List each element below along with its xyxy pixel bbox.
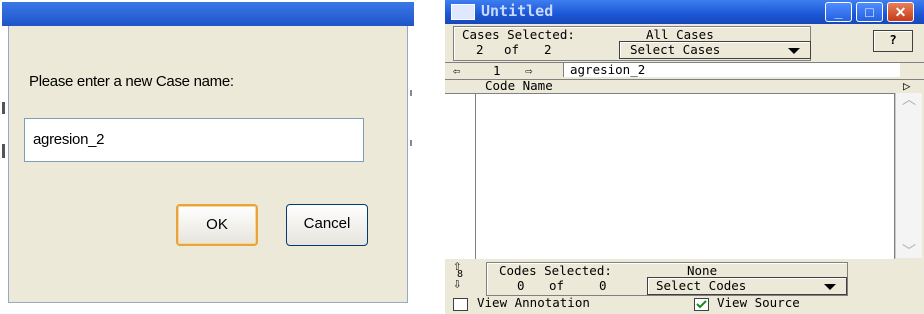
dialog-prompt: Please enter a new Case name: — [29, 73, 234, 90]
app-icon — [451, 4, 475, 20]
code-down-arrow-icon[interactable]: ⇩ — [453, 276, 461, 292]
scroll-down-icon[interactable]: ﹀ — [902, 241, 916, 261]
case-name-dialog: Please enter a new Case name: agresion_2… — [0, 0, 420, 314]
dropdown-arrow-icon — [788, 48, 800, 54]
next-case-arrow-icon[interactable]: ⇨ — [525, 63, 533, 78]
codes-total: 0 — [599, 278, 607, 293]
checkmark-icon — [696, 300, 707, 309]
code-name-header: Code Name — [485, 78, 553, 93]
close-button[interactable]: ✕ — [887, 2, 914, 22]
previous-case-arrow-icon[interactable]: ⇦ — [453, 63, 461, 78]
view-annotation-checkbox[interactable] — [453, 298, 468, 311]
select-cases-label: Select Cases — [630, 42, 721, 57]
background-window-edge — [2, 144, 5, 158]
view-source-checkbox[interactable] — [694, 298, 709, 311]
code-list-margin — [445, 93, 476, 259]
background-window-edge — [410, 90, 412, 96]
codes-selected-value: None — [687, 263, 718, 278]
cases-total: 2 — [544, 42, 552, 57]
case-name-input[interactable]: agresion_2 — [24, 118, 364, 162]
case-name-field[interactable]: agresion_2 — [563, 63, 900, 77]
dropdown-arrow-icon — [824, 284, 836, 290]
dialog-title-bar[interactable] — [2, 2, 414, 26]
background-window-edge — [410, 140, 412, 146]
codes-current: 0 — [517, 278, 525, 293]
cases-panel: Cases Selected: All Cases 2 of 2 Select … — [453, 26, 811, 61]
codes-of-label: of — [549, 278, 565, 293]
cases-selected-label: Cases Selected: — [462, 27, 575, 42]
minimize-button[interactable]: _ — [825, 2, 852, 22]
code-list[interactable] — [476, 93, 895, 259]
select-codes-label: Select Codes — [656, 278, 747, 293]
codes-selected-label: Codes Selected: — [499, 263, 612, 278]
view-source-label: View Source — [717, 295, 800, 310]
cases-of-label: of — [504, 42, 520, 57]
untitled-window: Untitled _ □ ✕ Cases Selected: All Cases… — [445, 0, 924, 314]
select-codes-dropdown[interactable]: Select Codes — [647, 277, 847, 295]
code-list-scrollbar[interactable]: ︿ ﹀ — [895, 91, 922, 261]
cancel-button[interactable]: Cancel — [286, 204, 368, 246]
cases-current: 2 — [476, 42, 484, 57]
codes-panel: Codes Selected: None 0 of 0 Select Codes — [486, 262, 848, 296]
scroll-up-icon[interactable]: ︿ — [902, 89, 916, 109]
ok-button[interactable]: OK — [176, 204, 258, 246]
window-title: Untitled — [481, 2, 554, 20]
dialog-body — [8, 26, 408, 303]
select-cases-dropdown[interactable]: Select Cases — [619, 41, 811, 59]
help-button[interactable]: ? — [873, 30, 913, 52]
code-list-header: Code Name ▷ — [445, 78, 924, 93]
cases-selected-value: All Cases — [646, 27, 714, 42]
maximize-button[interactable]: □ — [856, 2, 883, 22]
view-annotation-label: View Annotation — [477, 295, 590, 310]
background-window-edge — [2, 102, 5, 114]
case-index: 1 — [493, 63, 501, 78]
window-title-bar[interactable]: Untitled _ □ ✕ — [445, 0, 924, 24]
